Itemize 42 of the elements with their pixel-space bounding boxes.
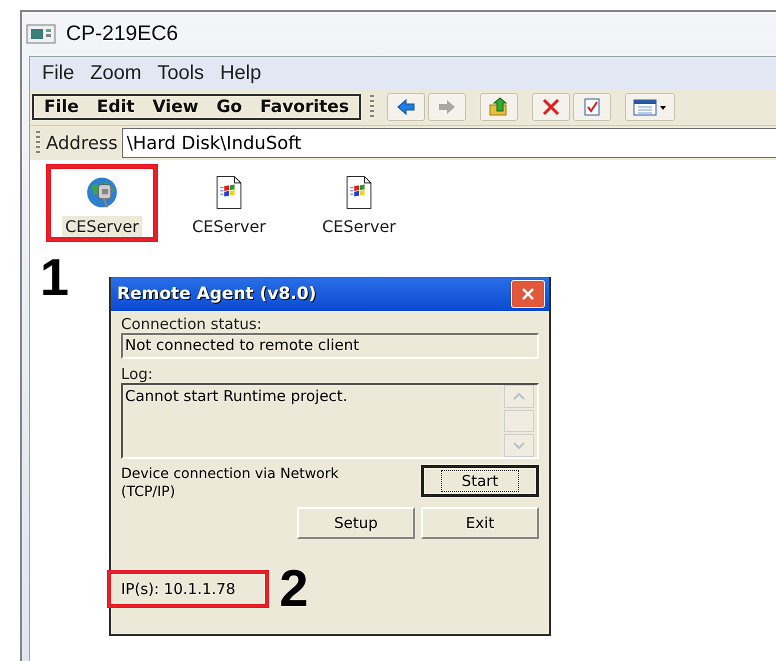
menu-item[interactable]: View: [152, 97, 198, 117]
properties-icon: [582, 97, 602, 117]
dialog-button[interactable]: Exit: [421, 507, 539, 539]
address-label: Address: [45, 132, 119, 154]
annotation-number: 2: [279, 563, 308, 615]
file-label[interactable]: CEServer: [62, 216, 142, 237]
dialog-button[interactable]: Setup: [297, 507, 415, 539]
close-icon: [520, 287, 536, 301]
address-field[interactable]: \Hard Disk\InduSoft: [122, 128, 776, 158]
window-title: CP-219EC6: [66, 22, 178, 46]
menu-item[interactable]: Favorites: [260, 97, 349, 117]
menu-item[interactable]: Zoom: [84, 62, 148, 84]
status-field: Not connected to remote client: [121, 333, 539, 359]
delete-button[interactable]: [532, 93, 570, 121]
log-label: Log:: [121, 365, 154, 383]
list-view-icon: [632, 98, 667, 116]
file-label[interactable]: CEServer: [189, 216, 269, 237]
window-app-icon: [26, 24, 56, 44]
properties-button[interactable]: [572, 93, 611, 121]
annotation-number: 1: [40, 252, 69, 304]
menu-item[interactable]: File: [36, 62, 80, 84]
menu-item[interactable]: Go: [216, 97, 242, 117]
views-button[interactable]: [624, 93, 675, 121]
dialog-title: Remote Agent (v8.0): [117, 284, 316, 304]
connection-text: Device connection via Network (TCP/IP): [121, 465, 340, 501]
menu-item[interactable]: Edit: [96, 97, 135, 117]
folder-up-icon: [488, 97, 510, 117]
log-text: Cannot start Runtime project.: [124, 386, 348, 407]
back-arrow-icon: [396, 98, 416, 116]
close-button[interactable]: [511, 280, 545, 308]
delete-icon: [540, 98, 561, 116]
menu-item[interactable]: Help: [214, 62, 268, 84]
scroll-track[interactable]: [504, 410, 534, 432]
connection-status-label: Connection status:: [121, 315, 263, 333]
file-label[interactable]: CEServer: [319, 216, 399, 237]
menu-item[interactable]: Tools: [151, 62, 210, 84]
menu-item[interactable]: File: [44, 97, 79, 117]
back-button[interactable]: [386, 93, 425, 121]
ip-address-text: IP(s): 10.1.1.78: [107, 570, 270, 608]
forward-arrow-icon: [436, 98, 457, 116]
dialog-button[interactable]: Start: [421, 465, 539, 497]
folder-up-button[interactable]: [480, 93, 518, 121]
